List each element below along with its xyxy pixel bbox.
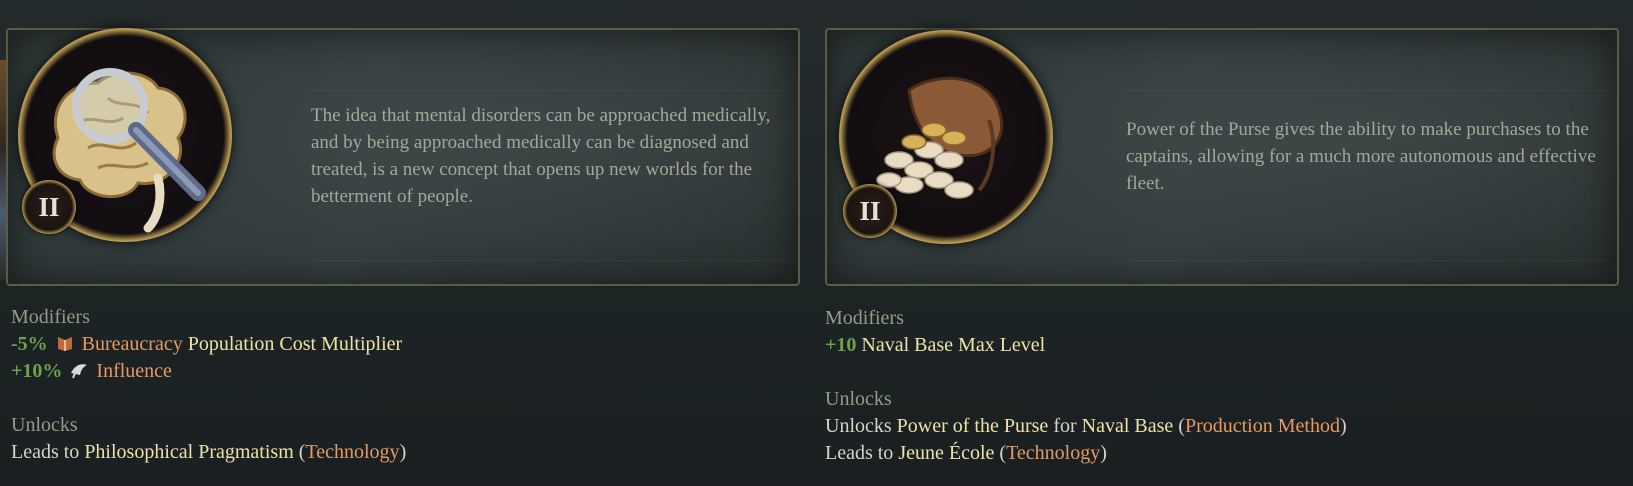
- modifier-value: -5%: [11, 333, 48, 355]
- influence-icon: [69, 361, 89, 379]
- unlock-row: Leads to Philosophical Pragmatism (Techn…: [11, 441, 406, 464]
- bureaucracy-icon: [55, 334, 75, 352]
- unlock-type-link[interactable]: Technology: [305, 441, 399, 463]
- unlock-building-link[interactable]: Naval Base: [1082, 415, 1174, 437]
- modifiers-label: Modifiers: [11, 306, 90, 328]
- tech-description: Power of the Purse gives the ability to …: [1126, 119, 1596, 194]
- tech-level-badge: II: [843, 184, 897, 238]
- modifier-text: Population Cost Multiplier: [182, 333, 403, 355]
- unlock-prefix: Leads to: [11, 441, 85, 463]
- modifier-keyword[interactable]: Influence: [96, 360, 172, 382]
- unlock-type-link[interactable]: Production Method: [1185, 415, 1340, 437]
- modifier-value: +10%: [11, 360, 63, 382]
- paren-close: ): [1100, 442, 1107, 464]
- unlock-prefix: Unlocks: [825, 415, 897, 437]
- modifier-keyword[interactable]: Bureaucracy: [82, 333, 183, 355]
- modifier-row: +10 Naval Base Max Level: [825, 334, 1045, 357]
- tech-card-power-of-the-purse: Power of the Purse gives the ability to …: [825, 0, 1633, 486]
- tech-description: The idea that mental disorders can be ap…: [311, 105, 771, 207]
- unlock-prefix: Leads to: [825, 442, 899, 464]
- shelf-line: [1127, 90, 1607, 91]
- paren-close: ): [1339, 415, 1347, 437]
- unlock-production-method-link[interactable]: Power of the Purse: [897, 415, 1049, 437]
- unlocks-label: Unlocks: [11, 414, 78, 436]
- unlock-middle: for: [1048, 415, 1082, 437]
- modifier-row: +10% Influence: [11, 360, 172, 383]
- paren-open: (: [1178, 415, 1185, 437]
- unlock-tech-link[interactable]: Jeune École: [898, 442, 994, 464]
- modifier-row: -5% Bureaucracy Population Cost Multipli…: [11, 333, 402, 356]
- unlock-row: Unlocks Power of the Purse for Naval Bas…: [825, 415, 1347, 438]
- modifier-text: Naval Base Max Level: [861, 334, 1046, 356]
- tech-card-psychiatry: The idea that mental disorders can be ap…: [0, 0, 810, 486]
- unlock-tech-link[interactable]: Philosophical Pragmatism: [84, 441, 293, 463]
- shelf-line: [1127, 260, 1607, 261]
- unlock-row: Leads to Jeune École (Technology): [825, 442, 1107, 465]
- tech-level-badge: II: [22, 180, 76, 234]
- unlock-type-link[interactable]: Technology: [1006, 442, 1100, 464]
- unlocks-label: Unlocks: [825, 388, 892, 410]
- shelf-line: [308, 90, 788, 91]
- modifier-value: +10: [825, 334, 857, 356]
- paren-close: ): [399, 441, 407, 463]
- modifiers-label: Modifiers: [825, 307, 904, 329]
- shelf-line: [308, 260, 788, 261]
